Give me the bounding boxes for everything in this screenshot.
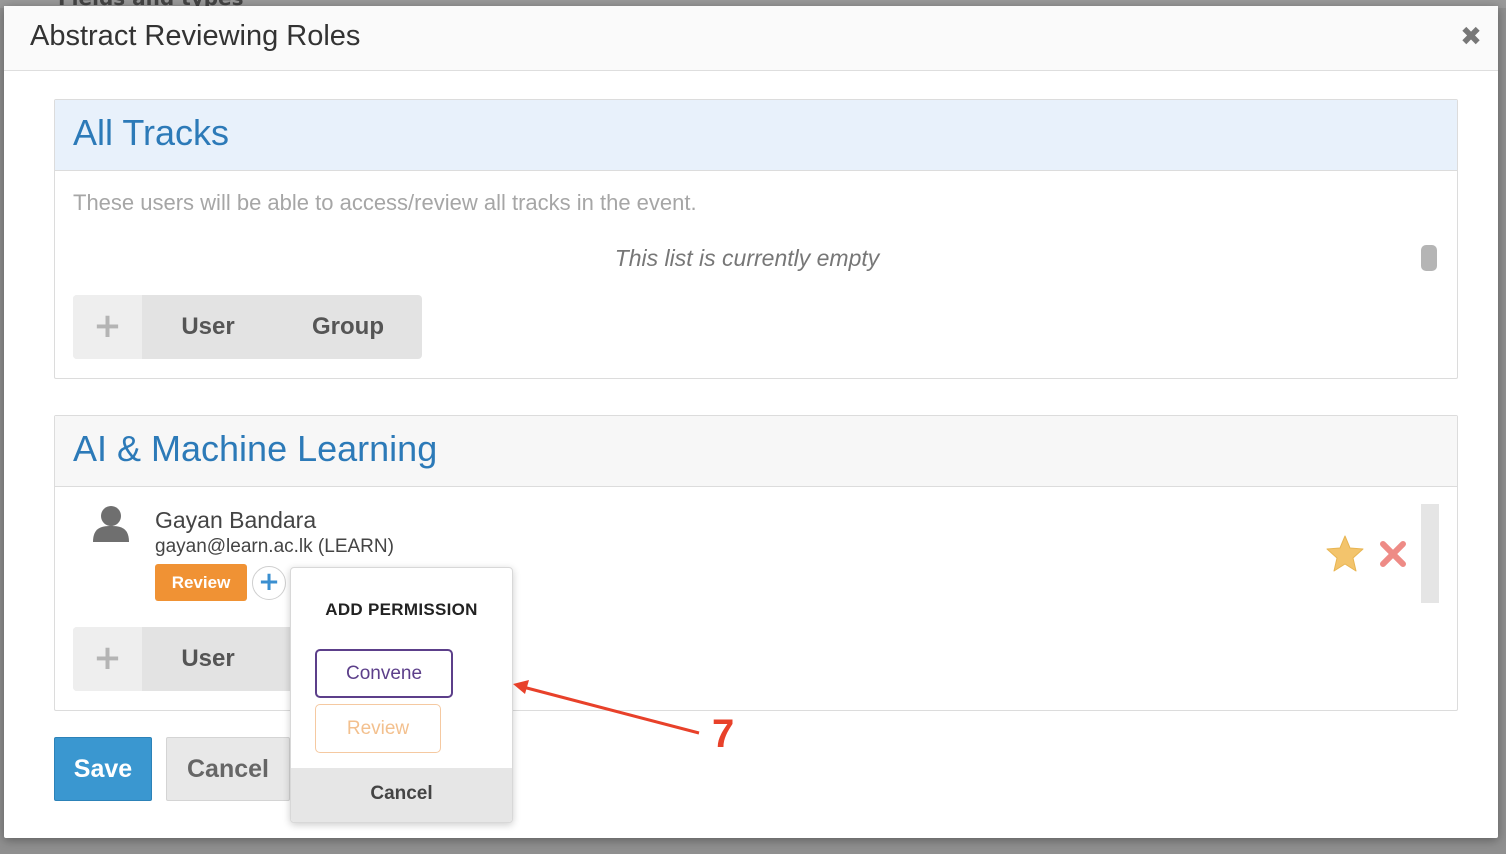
popup-title: ADD PERMISSION [325,600,478,619]
scrollbar[interactable] [1421,504,1439,603]
save-button[interactable]: Save [54,737,152,801]
dialog-header: Abstract Reviewing Roles ✖ [4,6,1498,71]
add-user-button[interactable]: User [153,627,263,691]
plus-icon: + [73,295,142,359]
close-icon[interactable]: ✖ [1460,24,1482,50]
add-group-button[interactable]: Group [293,295,403,359]
track-add-group: + User [73,627,303,691]
review-permission-badge[interactable]: Review [155,564,247,601]
scrollbar-thumb[interactable] [1421,245,1437,271]
annotation-arrow [513,680,700,735]
annotation-number: 7 [712,712,735,756]
all-tracks-add-group: + User Group [73,295,422,359]
add-permission-popup: ADD PERMISSION Convene Review Cancel [290,567,513,823]
add-user-button[interactable]: User [153,295,263,359]
dialog-title: Abstract Reviewing Roles [30,20,361,52]
star-icon[interactable] [1325,534,1365,574]
user-name: Gayan Bandara [155,507,317,533]
plus-icon: + [73,627,142,691]
popup-cancel-button[interactable]: Cancel [291,768,512,822]
track-title: AI & Machine Learning [73,428,438,469]
all-tracks-panel: All Tracks These users will be able to a… [54,99,1458,379]
all-tracks-description: These users will be able to access/revie… [73,190,697,215]
track-panel-ai-ml: AI & Machine Learning Gayan Bandara gaya… [54,415,1458,711]
all-tracks-header: All Tracks [55,100,1457,171]
add-permission-button[interactable]: + [252,566,286,600]
review-option-button[interactable]: Review [315,704,441,753]
track-header: AI & Machine Learning [55,416,1457,487]
all-tracks-title: All Tracks [73,112,230,153]
empty-list-message: This list is currently empty [614,245,880,271]
convene-option-button[interactable]: Convene [315,649,453,698]
user-email: gayan@learn.ac.lk (LEARN) [155,536,394,557]
remove-icon[interactable] [1379,540,1407,568]
abstract-reviewing-roles-dialog: Abstract Reviewing Roles ✖ All Tracks Th… [4,6,1498,838]
cancel-button[interactable]: Cancel [166,737,290,801]
user-avatar-icon [93,506,129,542]
